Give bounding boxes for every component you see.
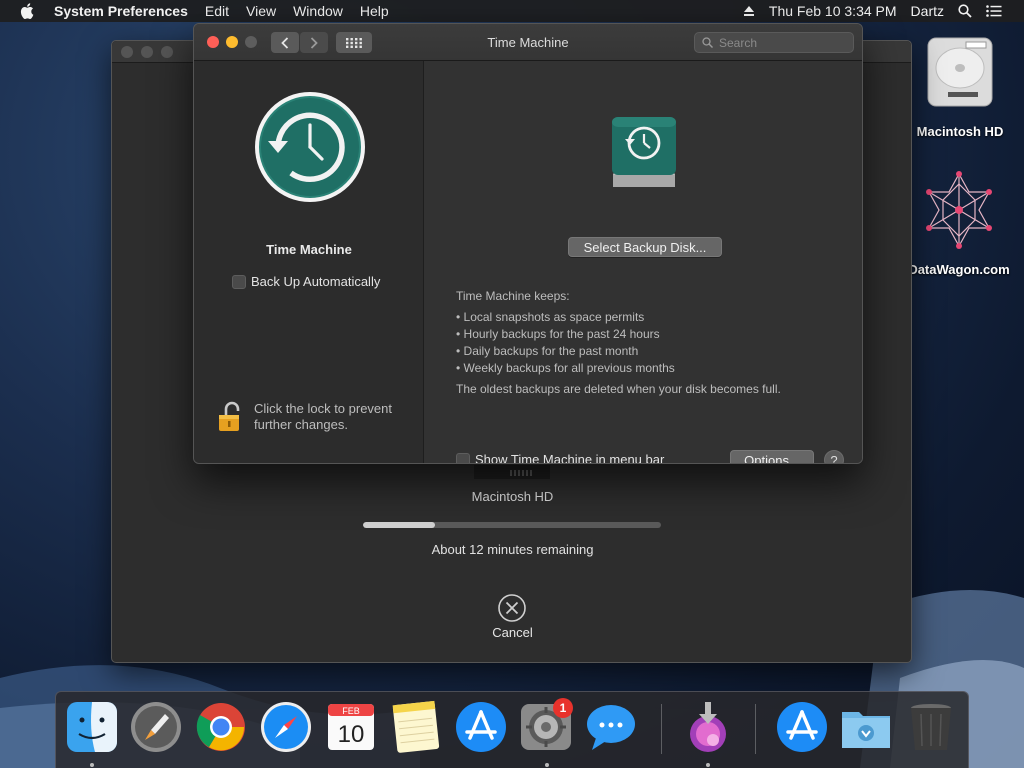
right-panel: Select Backup Disk... Time Machine keeps…: [425, 61, 862, 464]
left-panel: Time Machine Back Up Automatically Click…: [194, 61, 424, 463]
running-indicator: [545, 763, 549, 767]
keeps-list: • Local snapshots as space permits • Hou…: [456, 310, 781, 376]
zoom-button[interactable]: [161, 46, 173, 58]
hard-drive-icon: [927, 37, 993, 107]
close-button[interactable]: [121, 46, 133, 58]
desktop-icon-datawagon[interactable]: DataWagon.com: [904, 170, 1014, 277]
calendar-day: 10: [338, 721, 365, 748]
app-store-icon[interactable]: [454, 700, 508, 756]
menu-window[interactable]: Window: [293, 3, 343, 19]
oldest-backups-note: The oldest backups are deleted when your…: [456, 382, 781, 396]
messages-icon[interactable]: [584, 700, 638, 756]
keeps-item: • Hourly backups for the past 24 hours: [456, 327, 660, 341]
cancel-icon[interactable]: [497, 593, 527, 623]
keeps-item: • Local snapshots as space permits: [456, 310, 645, 324]
backup-progress-bar: [363, 522, 661, 528]
menu-help[interactable]: Help: [360, 3, 389, 19]
trash-icon[interactable]: [904, 700, 958, 756]
dock-separator: [661, 704, 662, 754]
safari-icon[interactable]: [259, 700, 313, 756]
keeps-item: • Daily backups for the past month: [456, 344, 639, 358]
app-store-icon-2[interactable]: [775, 700, 829, 756]
keeps-item: • Weekly backups for all previous months: [456, 361, 675, 375]
keeps-heading: Time Machine keeps:: [456, 289, 570, 303]
lock-instruction-text: Click the lock to prevent further change…: [254, 401, 393, 432]
unlocked-padlock-icon[interactable]: [218, 401, 242, 433]
show-in-menu-bar-checkbox[interactable]: Show Time Machine in menu bar: [456, 452, 665, 464]
time-machine-preferences-window: Time Machine Search Time Machine Back Up…: [193, 23, 863, 464]
checkbox-box[interactable]: [456, 452, 470, 463]
launchpad-icon[interactable]: [129, 700, 183, 756]
help-button[interactable]: ?: [824, 450, 844, 463]
dock-separator: [755, 704, 756, 754]
notes-icon[interactable]: [389, 700, 443, 756]
app-name-label: Time Machine: [266, 242, 352, 257]
running-indicator: [90, 763, 94, 767]
search-placeholder: Search: [719, 35, 758, 50]
system-preferences-icon[interactable]: 1: [519, 698, 573, 756]
search-icon: [702, 37, 713, 48]
calendar-month: FEB: [342, 706, 360, 716]
calendar-icon[interactable]: FEB 10: [324, 700, 378, 756]
time-machine-logo-icon: [255, 92, 365, 202]
checkbox-label: Back Up Automatically: [251, 274, 381, 289]
desktop-icon-label: Macintosh HD: [916, 124, 1004, 139]
running-indicator: [706, 763, 710, 767]
checkbox-box[interactable]: [232, 274, 246, 289]
options-button[interactable]: Options...: [730, 450, 814, 463]
drive-icon: [474, 465, 550, 479]
menu-view[interactable]: View: [246, 3, 276, 19]
menu-bar: System Preferences Edit View Window Help…: [0, 0, 1024, 22]
installer-icon[interactable]: [681, 700, 735, 756]
time-remaining-text: About 12 minutes remaining: [431, 542, 594, 557]
apple-menu-icon[interactable]: [20, 3, 38, 19]
backup-window-controls: [121, 46, 173, 58]
notification-badge: 1: [553, 698, 573, 718]
window-titlebar: Time Machine Search: [194, 24, 862, 61]
backup-drive-label: Macintosh HD: [471, 489, 554, 504]
retention-info: Time Machine keeps: • Local snapshots as…: [456, 289, 781, 396]
notification-center-icon[interactable]: [986, 5, 1002, 17]
backup-disk-icon: [612, 117, 676, 187]
eject-icon[interactable]: [743, 5, 755, 17]
back-up-automatically-checkbox[interactable]: Back Up Automatically: [232, 274, 380, 289]
menu-app-name[interactable]: System Preferences: [54, 3, 188, 19]
menu-edit[interactable]: Edit: [205, 3, 229, 19]
network-graphic-icon: [926, 171, 992, 249]
lock-row: Click the lock to prevent further change…: [218, 401, 414, 433]
minimize-button[interactable]: [141, 46, 153, 58]
dock: FEB 10 1: [55, 691, 969, 768]
backup-progress-fill: [363, 522, 435, 528]
menu-user[interactable]: Dartz: [911, 3, 944, 19]
cancel-button-label[interactable]: Cancel: [112, 625, 913, 640]
downloads-folder-icon[interactable]: [839, 700, 893, 756]
checkbox-label: Show Time Machine in menu bar: [475, 452, 665, 464]
desktop-icon-macintosh-hd[interactable]: Macintosh HD: [905, 30, 1015, 139]
menu-clock[interactable]: Thu Feb 10 3:34 PM: [769, 3, 897, 19]
desktop-icon-label: DataWagon.com: [908, 262, 1010, 277]
select-backup-disk-button[interactable]: Select Backup Disk...: [568, 237, 722, 257]
spotlight-search-icon[interactable]: [958, 4, 972, 18]
finder-icon[interactable]: [65, 700, 119, 756]
search-field[interactable]: Search: [694, 32, 854, 53]
chrome-icon[interactable]: [194, 700, 248, 756]
